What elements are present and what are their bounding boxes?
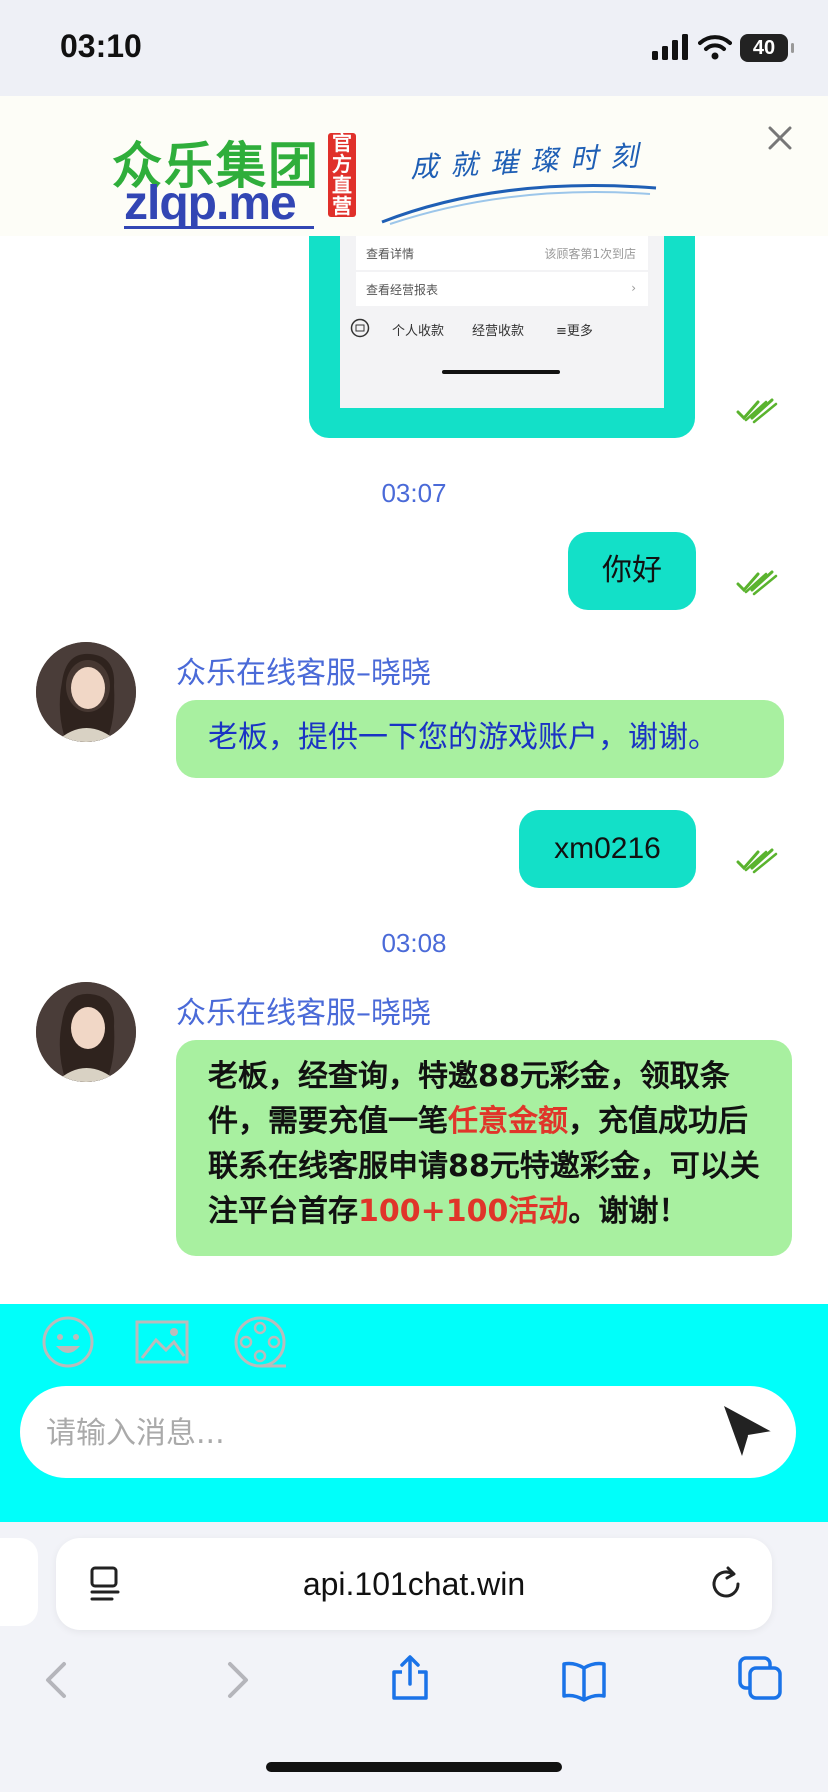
close-icon[interactable] xyxy=(760,118,800,158)
forward-icon[interactable] xyxy=(212,1656,260,1704)
keyboard-icon xyxy=(350,318,370,338)
screenshot-row-report: 查看经营报表 › xyxy=(356,272,648,306)
banner-logo-url: zlqp.me xyxy=(124,177,297,230)
highlight-promo: 100+100活动 xyxy=(358,1194,569,1229)
bookmarks-icon[interactable] xyxy=(560,1656,608,1704)
screenshot-home-bar xyxy=(442,370,560,374)
share-icon[interactable] xyxy=(386,1654,434,1702)
url-text[interactable]: api.101chat.win xyxy=(0,1566,828,1603)
incoming-message-bubble[interactable]: 老板，提供一下您的游戏账户，谢谢。 xyxy=(176,700,784,778)
read-receipt-icon xyxy=(736,570,778,596)
send-icon[interactable] xyxy=(720,1402,776,1458)
message-input-placeholder: 请输入消息... xyxy=(46,1416,225,1451)
agent-avatar[interactable] xyxy=(36,982,136,1082)
reload-icon[interactable] xyxy=(708,1566,744,1602)
tabs-icon[interactable] xyxy=(736,1654,784,1702)
screenshot-tab-personal: 个人收款 xyxy=(392,324,445,339)
signal-icon xyxy=(652,34,688,60)
screenshot-tab-business: 经营收款 xyxy=(472,324,525,339)
emoji-icon[interactable] xyxy=(40,1314,96,1370)
read-receipt-icon xyxy=(736,848,778,874)
back-icon[interactable] xyxy=(34,1656,82,1704)
battery-indicator: 40 xyxy=(740,34,794,62)
outgoing-message-bubble[interactable]: xm0216 xyxy=(519,810,696,888)
agent-name: 众乐在线客服–晓晓 xyxy=(176,996,431,1031)
message-timestamp: 03:07 xyxy=(381,478,447,508)
wifi-icon xyxy=(698,35,732,60)
message-timestamp: 03:08 xyxy=(381,928,447,958)
chat-messages[interactable]: 查看详情 该顾客第1次到店 查看经营报表 › 个人收款 经营收款 ≡更多 03:… xyxy=(0,236,828,1304)
status-time: 03:10 xyxy=(60,28,142,64)
agent-avatar[interactable] xyxy=(36,642,136,742)
image-icon[interactable] xyxy=(134,1314,190,1370)
image-message-screenshot[interactable]: 查看详情 该顾客第1次到店 查看经营报表 › 个人收款 经营收款 ≡更多 xyxy=(340,236,664,408)
home-indicator xyxy=(266,1762,562,1772)
highlight-any-amount: 任意金额 xyxy=(448,1104,568,1139)
incoming-message-text: 老板，提供一下您的游戏账户，谢谢。 xyxy=(208,720,718,755)
official-badge: 官方直营 xyxy=(328,133,356,217)
read-receipt-icon xyxy=(736,398,778,424)
incoming-message-bubble[interactable]: 老板，经查询，特邀88元彩金，领取条件，需要充值一笔任意金额，充值成功后联系在线… xyxy=(176,1040,792,1256)
screenshot-row-details: 查看详情 该顾客第1次到店 xyxy=(356,236,648,270)
banner-logo-underline xyxy=(124,226,314,229)
incoming-message-text: 老板，经查询，特邀88元彩金，领取条件，需要充值一笔任意金额，充值成功后联系在线… xyxy=(208,1059,760,1229)
outgoing-message-bubble[interactable]: 你好 xyxy=(568,532,696,610)
screenshot-tab-more: ≡更多 xyxy=(556,324,593,339)
agent-name: 众乐在线客服–晓晓 xyxy=(176,656,431,691)
video-icon[interactable] xyxy=(232,1314,288,1370)
